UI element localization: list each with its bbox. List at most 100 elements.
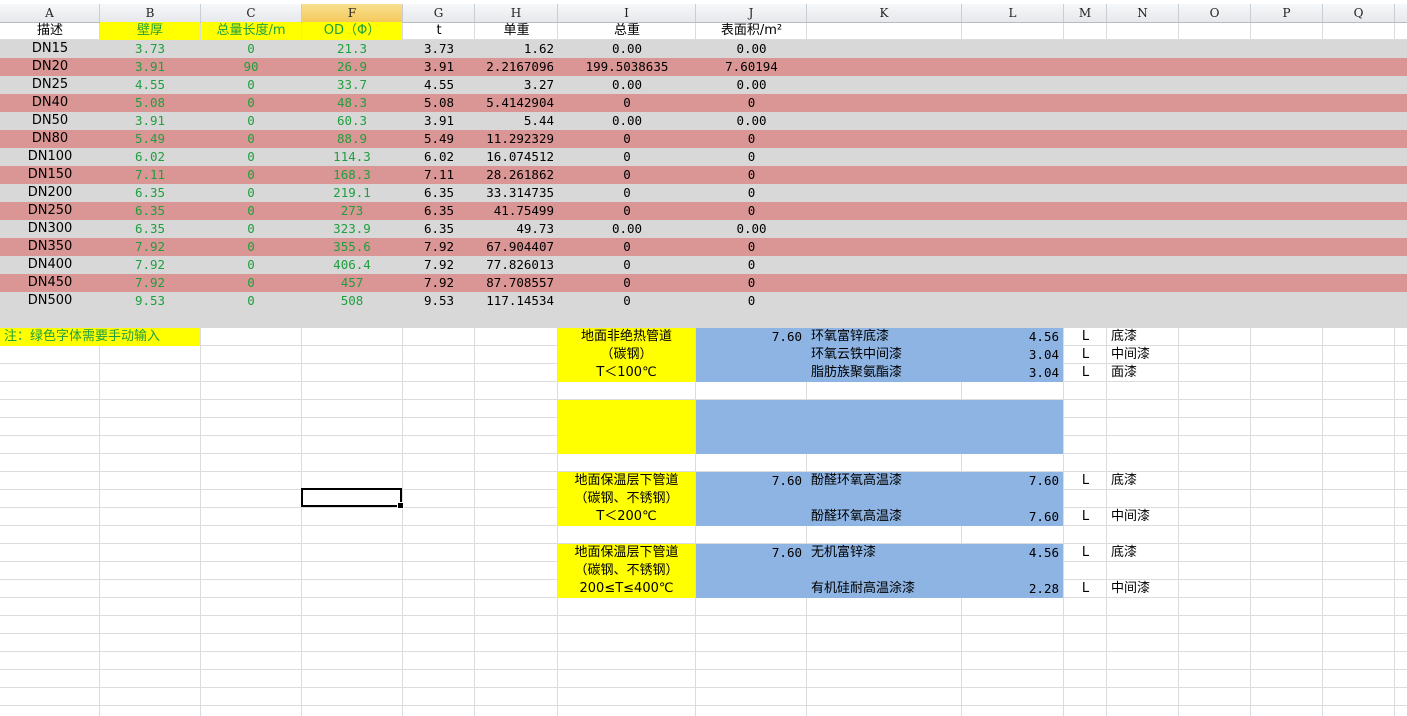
wall-thickness-cell[interactable]: 7.92: [100, 256, 200, 274]
unit-weight-cell[interactable]: 87.708557: [475, 274, 558, 292]
paint-group-2-title[interactable]: 地面保温层下管道 （碳钢、不锈钢） T＜200℃: [558, 472, 695, 526]
total-weight-cell[interactable]: 0: [558, 292, 696, 310]
outer-diameter-cell[interactable]: 168.3: [302, 166, 402, 184]
length-cell[interactable]: 0: [201, 202, 301, 220]
total-weight-cell[interactable]: 0: [558, 202, 696, 220]
header-total-weight[interactable]: 总重: [558, 22, 696, 40]
outer-diameter-cell[interactable]: 114.3: [302, 148, 402, 166]
surface-area-cell[interactable]: 0.00: [696, 220, 807, 238]
wall-thickness-cell[interactable]: 7.92: [100, 274, 200, 292]
pipe-size-cell[interactable]: DN15: [0, 40, 100, 58]
unit-weight-cell[interactable]: 1.62: [475, 40, 558, 58]
pipe-size-cell[interactable]: DN80: [0, 130, 100, 148]
unit-weight-cell[interactable]: 41.75499: [475, 202, 558, 220]
column-header-f[interactable]: F: [302, 4, 403, 22]
length-cell[interactable]: 0: [201, 274, 301, 292]
t-cell[interactable]: 6.02: [403, 148, 475, 166]
column-header-a[interactable]: A: [0, 4, 100, 22]
paint-item-type[interactable]: 底漆: [1107, 472, 1179, 490]
surface-area-cell[interactable]: 0: [696, 184, 807, 202]
surface-area-cell[interactable]: 0: [696, 238, 807, 256]
length-cell[interactable]: 0: [201, 76, 301, 94]
paint-group-3-area[interactable]: 7.60: [696, 544, 806, 562]
pipe-size-cell[interactable]: DN50: [0, 112, 100, 130]
wall-thickness-cell[interactable]: 3.73: [100, 40, 200, 58]
outer-diameter-cell[interactable]: 21.3: [302, 40, 402, 58]
t-cell[interactable]: 3.91: [403, 112, 475, 130]
length-cell[interactable]: 0: [201, 256, 301, 274]
length-cell[interactable]: 0: [201, 292, 301, 310]
t-cell[interactable]: 9.53: [403, 292, 475, 310]
header-surface-area[interactable]: 表面积/m²: [696, 22, 807, 40]
wall-thickness-cell[interactable]: 6.35: [100, 202, 200, 220]
paint-item-name[interactable]: 脂肪族聚氨酯漆: [807, 364, 962, 382]
total-weight-cell[interactable]: 0: [558, 148, 696, 166]
paint-group-1-title[interactable]: 地面非绝热管道 （碳钢） T＜100℃: [558, 328, 695, 382]
total-weight-cell[interactable]: 0.00: [558, 40, 696, 58]
outer-diameter-cell[interactable]: 457: [302, 274, 402, 292]
outer-diameter-cell[interactable]: 273: [302, 202, 402, 220]
paint-item-type[interactable]: 底漆: [1107, 328, 1179, 346]
header-desc[interactable]: 描述: [0, 22, 100, 40]
unit-weight-cell[interactable]: 67.904407: [475, 238, 558, 256]
outer-diameter-cell[interactable]: 26.9: [302, 58, 402, 76]
paint-item-type[interactable]: 底漆: [1107, 544, 1179, 562]
t-cell[interactable]: 6.35: [403, 202, 475, 220]
t-cell[interactable]: 7.92: [403, 238, 475, 256]
paint-item-name[interactable]: 环氧云铁中间漆: [807, 346, 962, 364]
surface-area-cell[interactable]: 7.60194: [696, 58, 807, 76]
wall-thickness-cell[interactable]: 5.49: [100, 130, 200, 148]
unit-weight-cell[interactable]: 3.27: [475, 76, 558, 94]
pipe-size-cell[interactable]: DN450: [0, 274, 100, 292]
t-cell[interactable]: 5.49: [403, 130, 475, 148]
pipe-size-cell[interactable]: DN300: [0, 220, 100, 238]
outer-diameter-cell[interactable]: 323.9: [302, 220, 402, 238]
unit-weight-cell[interactable]: 11.292329: [475, 130, 558, 148]
wall-thickness-cell[interactable]: 3.91: [100, 112, 200, 130]
paint-item-qty[interactable]: 4.56: [962, 544, 1063, 562]
t-cell[interactable]: 6.35: [403, 184, 475, 202]
pipe-size-cell[interactable]: DN350: [0, 238, 100, 256]
length-cell[interactable]: 0: [201, 166, 301, 184]
unit-weight-cell[interactable]: 5.44: [475, 112, 558, 130]
paint-group-2-area[interactable]: 7.60: [696, 472, 806, 490]
active-cell-selection[interactable]: [301, 488, 404, 509]
unit-weight-cell[interactable]: 5.4142904: [475, 94, 558, 112]
t-cell[interactable]: 7.92: [403, 274, 475, 292]
total-weight-cell[interactable]: 0.00: [558, 76, 696, 94]
surface-area-cell[interactable]: 0: [696, 94, 807, 112]
length-cell[interactable]: 0: [201, 238, 301, 256]
wall-thickness-cell[interactable]: 6.02: [100, 148, 200, 166]
total-weight-cell[interactable]: 0: [558, 238, 696, 256]
t-cell[interactable]: 5.08: [403, 94, 475, 112]
pipe-size-cell[interactable]: DN40: [0, 94, 100, 112]
total-weight-cell[interactable]: 0.00: [558, 220, 696, 238]
total-weight-cell[interactable]: 0: [558, 166, 696, 184]
pipe-size-cell[interactable]: DN25: [0, 76, 100, 94]
length-cell[interactable]: 0: [201, 130, 301, 148]
pipe-size-cell[interactable]: DN150: [0, 166, 100, 184]
paint-item-name[interactable]: 环氧富锌底漆: [807, 328, 962, 346]
unit-weight-cell[interactable]: 117.14534: [475, 292, 558, 310]
total-weight-cell[interactable]: 0: [558, 94, 696, 112]
paint-item-qty[interactable]: 7.60: [962, 508, 1063, 526]
length-cell[interactable]: 0: [201, 94, 301, 112]
column-header-n[interactable]: N: [1107, 4, 1179, 22]
wall-thickness-cell[interactable]: 7.92: [100, 238, 200, 256]
wall-thickness-cell[interactable]: 6.35: [100, 220, 200, 238]
paint-item-qty[interactable]: 3.04: [962, 346, 1063, 364]
total-weight-cell[interactable]: 0: [558, 130, 696, 148]
column-header-b[interactable]: B: [100, 4, 201, 22]
length-cell[interactable]: 0: [201, 40, 301, 58]
header-wall-thickness[interactable]: 壁厚: [100, 22, 200, 40]
pipe-size-cell[interactable]: DN100: [0, 148, 100, 166]
outer-diameter-cell[interactable]: 48.3: [302, 94, 402, 112]
t-cell[interactable]: 4.55: [403, 76, 475, 94]
column-header-c[interactable]: C: [201, 4, 302, 22]
header-total-length[interactable]: 总量长度/m: [201, 22, 301, 40]
outer-diameter-cell[interactable]: 60.3: [302, 112, 402, 130]
paint-group-1-area[interactable]: 7.60: [696, 328, 806, 346]
paint-item-unit[interactable]: L: [1064, 472, 1107, 490]
paint-item-type[interactable]: 中间漆: [1107, 508, 1179, 526]
unit-weight-cell[interactable]: 77.826013: [475, 256, 558, 274]
